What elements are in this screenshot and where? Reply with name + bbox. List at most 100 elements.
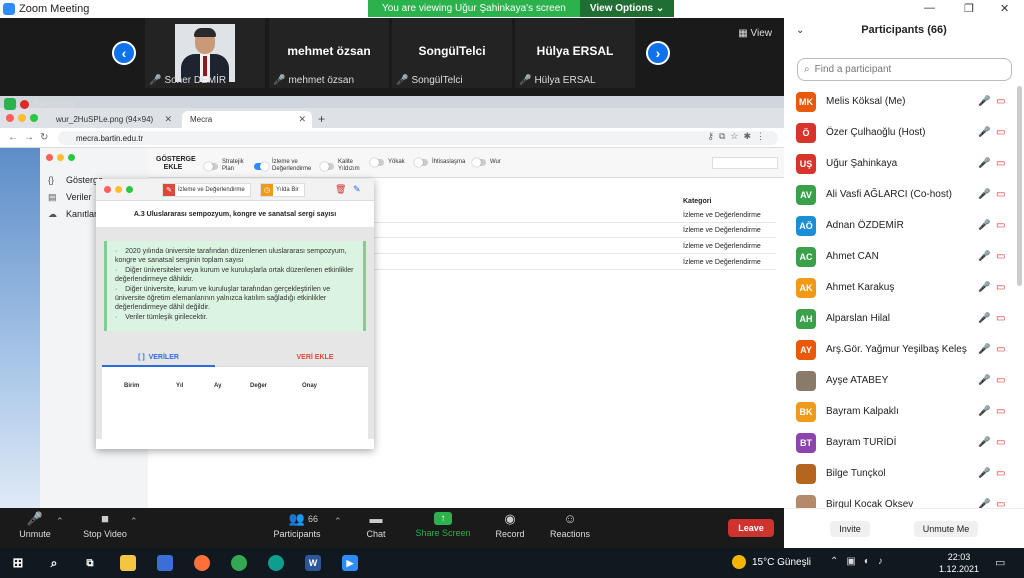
sidebar-item-kanitlar[interactable]: ☁ Kanıtlar (48, 209, 97, 219)
close-icon[interactable]: ✕ (164, 114, 172, 125)
toggle-stratejik-plan[interactable]: Stratejik Plan (204, 159, 248, 173)
word-icon[interactable]: W (305, 555, 321, 571)
unmute-me-button[interactable]: Unmute Me (914, 521, 978, 537)
search-placeholder: Find a participant (814, 64, 892, 75)
toggle-wur[interactable]: Wur (472, 158, 501, 167)
participant-row[interactable]: Bilge Tunçkol 🎤 ▭ (784, 458, 1024, 489)
zoom-icon[interactable]: ▶ (342, 555, 358, 571)
video-tile[interactable]: Hülya ERSAL 🎤 Hülya ERSAL (515, 18, 635, 88)
toggle-kalite[interactable]: Kalite Yıldızım (320, 159, 366, 173)
filter-search-input[interactable] (712, 157, 778, 169)
participant-row[interactable]: Ayşe ATABEY 🎤 ▭ (784, 365, 1024, 396)
browser-extension-icons[interactable]: ⚷⧉☆✱⋮ (707, 131, 770, 142)
mic-muted-icon: 🎤 (978, 158, 991, 169)
close-icon[interactable]: ✕ (298, 114, 306, 125)
weather-widget[interactable]: 15°C Güneşli (732, 555, 811, 569)
chevron-up-icon[interactable]: ⌃ (130, 516, 138, 527)
participant-list: MK Melis Köksal (Me) 🎤 ▭ Ö Özer Çulhaoğlu (Ho… (784, 86, 1024, 508)
restore-icon[interactable]: ❐ (964, 2, 974, 15)
url-text: mecra.bartin.edu.tr (76, 133, 144, 143)
sidebar-item-gosterge[interactable]: {} Gösterge (48, 175, 103, 185)
store-icon[interactable] (157, 555, 173, 571)
participant-row[interactable]: AK Ahmet Karakuş 🎤 ▭ (784, 272, 1024, 303)
search-icon: ⌕ (804, 64, 810, 75)
tab-veriler[interactable]: [ ] VERİLER (102, 351, 215, 367)
participant-row[interactable]: MK Melis Köksal (Me) 🎤 ▭ (784, 86, 1024, 117)
mic-muted-icon: 🎤 (978, 220, 991, 231)
participant-search-input[interactable]: ⌕ Find a participant (797, 58, 1012, 81)
system-tray-icons[interactable]: ⌃▣◐♪ (830, 556, 891, 567)
firefox-icon[interactable] (194, 555, 210, 571)
video-tile[interactable]: mehmet özsan 🎤 mehmet özsan (269, 18, 389, 88)
search-icon[interactable]: ⌕ (46, 555, 62, 571)
invite-button[interactable]: Invite (830, 521, 870, 537)
participant-row[interactable]: BT Bayram TURİDİ 🎤 ▭ (784, 427, 1024, 458)
reload-icon[interactable]: ↻ (40, 132, 48, 143)
category-chip: ✎ İzleme ve Değerlendirme (162, 183, 251, 197)
mic-muted-icon: 🎤 (978, 437, 991, 448)
participant-name: Bayram Kalpaklı (826, 406, 899, 417)
participant-row[interactable]: AH Alparslan Hilal 🎤 ▭ (784, 303, 1024, 334)
mic-muted-icon: 🎤 (978, 96, 991, 107)
tab-veriler-label: VERİLER (148, 354, 179, 361)
view-options-button[interactable]: View Options ⌄ (579, 0, 675, 17)
info-line: · 2020 yılında üniversite tarafından düz… (115, 248, 347, 265)
edit-icon[interactable]: ✎ (353, 184, 361, 195)
participant-row[interactable]: Ö Özer Çulhaoğlu (Host) 🎤 ▭ (784, 117, 1024, 148)
video-off-icon: ▭ (996, 220, 1006, 231)
chat-button[interactable]: ▬ Chat (341, 512, 411, 540)
participant-name: Ayşe ATABEY (826, 375, 889, 386)
notification-icon[interactable]: ▭ (995, 556, 1005, 569)
participant-name: Bilge Tunçkol (826, 468, 886, 479)
info-text: Veriler tümleşik girilecektir. (125, 313, 208, 321)
new-tab-icon[interactable]: + (318, 112, 325, 126)
clock[interactable]: 22:03 1.12.2021 (936, 551, 982, 575)
table-cell: İzleme ve Değerlendirme (683, 259, 761, 266)
cloud-icon: ☁ (48, 209, 57, 219)
participant-row[interactable]: BK Bayram Kalpaklı 🎤 ▭ (784, 396, 1024, 427)
browser-addressbar: ← → ↻ mecra.bartin.edu.tr ⚷⧉☆✱⋮ (0, 128, 784, 148)
toggle-yokak[interactable]: Yökak (370, 158, 405, 167)
edge-icon[interactable] (268, 555, 284, 571)
url-input[interactable]: mecra.bartin.edu.tr (58, 131, 778, 145)
task-view-icon[interactable]: ⧉ (82, 555, 98, 571)
participant-row[interactable]: UŞ Uğur Şahinkaya 🎤 ▭ (784, 148, 1024, 179)
scrollbar[interactable] (1017, 86, 1022, 286)
browser-tab[interactable]: wur_2HuSPLe.png (94×94) ✕ (48, 111, 178, 128)
toggle-izleme[interactable]: İzleme ve Değerlendirme (254, 159, 318, 173)
participant-row[interactable]: AC Ahmet CAN 🎤 ▭ (784, 241, 1024, 272)
modal-titlebar: ✎ İzleme ve Değerlendirme ◷ Yılda Bir 🗑 ✎ (96, 179, 374, 201)
prev-page-icon[interactable]: ‹ (112, 41, 136, 65)
chevron-up-icon[interactable]: ⌃ (56, 516, 64, 527)
sidebar-item-veriler[interactable]: ▤ Veriler (48, 192, 92, 202)
tab-veri-ekle[interactable]: VERİ EKLE (260, 354, 370, 361)
next-page-icon[interactable]: › (646, 41, 670, 65)
info-line: · Diğer üniversite, kurum ve kuruluşlar … (115, 285, 331, 312)
leave-button[interactable]: Leave (728, 519, 774, 537)
forward-icon[interactable]: → (24, 132, 34, 143)
close-icon[interactable]: ✕ (1000, 2, 1009, 15)
windows-start-icon[interactable]: ⊞ (10, 555, 26, 571)
back-icon[interactable]: ← (8, 132, 18, 143)
participants-button[interactable]: 👥 Participants (262, 512, 332, 540)
tile-label-text: Hülya ERSAL (534, 75, 596, 86)
view-button[interactable]: ▦ View (738, 28, 772, 39)
add-indicator-button[interactable]: GÖSTERGE EKLE (156, 156, 196, 172)
trash-icon[interactable]: 🗑 (335, 184, 346, 195)
participant-row[interactable]: AY Arş.Gör. Yağmur Yeşilbaş Keleş 🎤 ▭ (784, 334, 1024, 365)
toggle-ihtisaslasma[interactable]: İhtisaslaşma (414, 158, 465, 167)
participant-row[interactable]: AV Ali Vasfi AĞLARCI (Co-host) 🎤 ▭ (784, 179, 1024, 210)
share-screen-button[interactable]: ↑ Share Screen (408, 512, 478, 538)
file-explorer-icon[interactable] (120, 555, 136, 571)
reactions-button[interactable]: ☺ Reactions (535, 512, 605, 540)
participant-row[interactable]: Birgul Kocak Oksev 🎤 ▭ (784, 489, 1024, 508)
column-header: Onay (302, 383, 318, 389)
chrome-icon[interactable] (231, 555, 247, 571)
video-tile[interactable]: 🎤 Soner DEMİR (145, 18, 265, 88)
participant-row[interactable]: AÖ Adnan ÖZDEMİR 🎤 ▭ (784, 210, 1024, 241)
video-tile[interactable]: SongülTelci 🎤 SongülTelci (392, 18, 512, 88)
participant-name: Ahmet CAN (826, 251, 879, 262)
browser-tab-active[interactable]: Mecra ✕ (182, 111, 312, 128)
minimize-icon[interactable]: — (924, 2, 935, 14)
sidebar-item-label: Kanıtlar (66, 209, 98, 219)
